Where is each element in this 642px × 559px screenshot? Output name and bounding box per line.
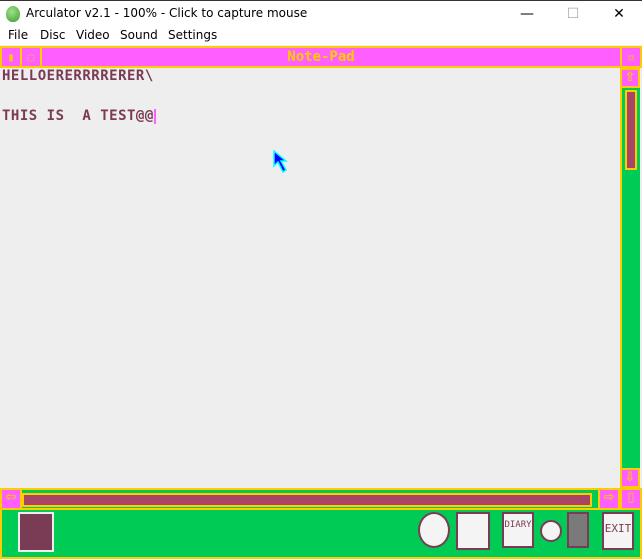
text-caret (153, 108, 156, 124)
vertical-scroll-thumb[interactable] (625, 90, 637, 170)
horizontal-scroll-thumb[interactable] (22, 493, 592, 507)
scroll-down-arrow-icon[interactable]: ⇩ (620, 468, 640, 488)
menu-bar: File Disc Video Sound Settings (0, 26, 642, 46)
menu-disc[interactable]: Disc (40, 28, 65, 42)
notepad-title: Note-Pad (287, 49, 355, 65)
window-titlebar: Arculator v2.1 - 100% - Click to capture… (0, 0, 642, 26)
text-line-content: THIS IS A TEST@@ (2, 108, 154, 124)
diary-icon[interactable]: DIARY (502, 512, 534, 548)
resize-icon[interactable]: ▯ (620, 488, 642, 510)
document-area[interactable]: HELLOERERRRRERER\ THIS IS A TEST@@ (2, 68, 618, 488)
exit-icon[interactable]: EXIT (602, 512, 634, 550)
menu-file[interactable]: File (8, 28, 28, 42)
notepad-titlebar[interactable]: ▮ ◌ Note-Pad ▫ (0, 46, 642, 68)
maximize-button[interactable]: ☐ (550, 1, 596, 27)
window-title: Arculator v2.1 - 100% - Click to capture… (26, 6, 308, 20)
icon-bar: DIARY EXIT (0, 510, 642, 559)
menu-settings[interactable]: Settings (168, 28, 217, 42)
notepad-icon[interactable] (456, 512, 490, 550)
palette-icon[interactable] (418, 512, 450, 548)
disk-icon[interactable] (18, 512, 54, 552)
text-line: THIS IS A TEST@@ (2, 108, 156, 128)
scroll-up-arrow-icon[interactable]: ⇧ (620, 68, 640, 88)
emulator-screen[interactable]: ▮ ◌ Note-Pad ▫ HELLOERERRRRERER\ THIS IS… (0, 46, 642, 559)
toggle-size-icon[interactable]: ▫ (620, 48, 640, 66)
calculator-icon[interactable] (567, 512, 589, 548)
horizontal-scrollbar[interactable]: ⇦ ⇨ ▯ (0, 488, 642, 510)
arculator-app-icon (6, 6, 20, 22)
menu-video[interactable]: Video (76, 28, 110, 42)
clock-icon[interactable] (540, 520, 562, 542)
scroll-right-arrow-icon[interactable]: ⇨ (598, 488, 620, 510)
scroll-left-arrow-icon[interactable]: ⇦ (0, 488, 22, 510)
text-line: HELLOERERRRRERER\ (2, 68, 154, 84)
minimize-button[interactable]: — (504, 1, 550, 27)
vertical-scrollbar[interactable]: ⇧ ⇩ (620, 68, 640, 488)
mouse-pointer-icon (273, 150, 289, 174)
menu-sound[interactable]: Sound (120, 28, 158, 42)
close-button[interactable]: ✕ (596, 1, 642, 27)
